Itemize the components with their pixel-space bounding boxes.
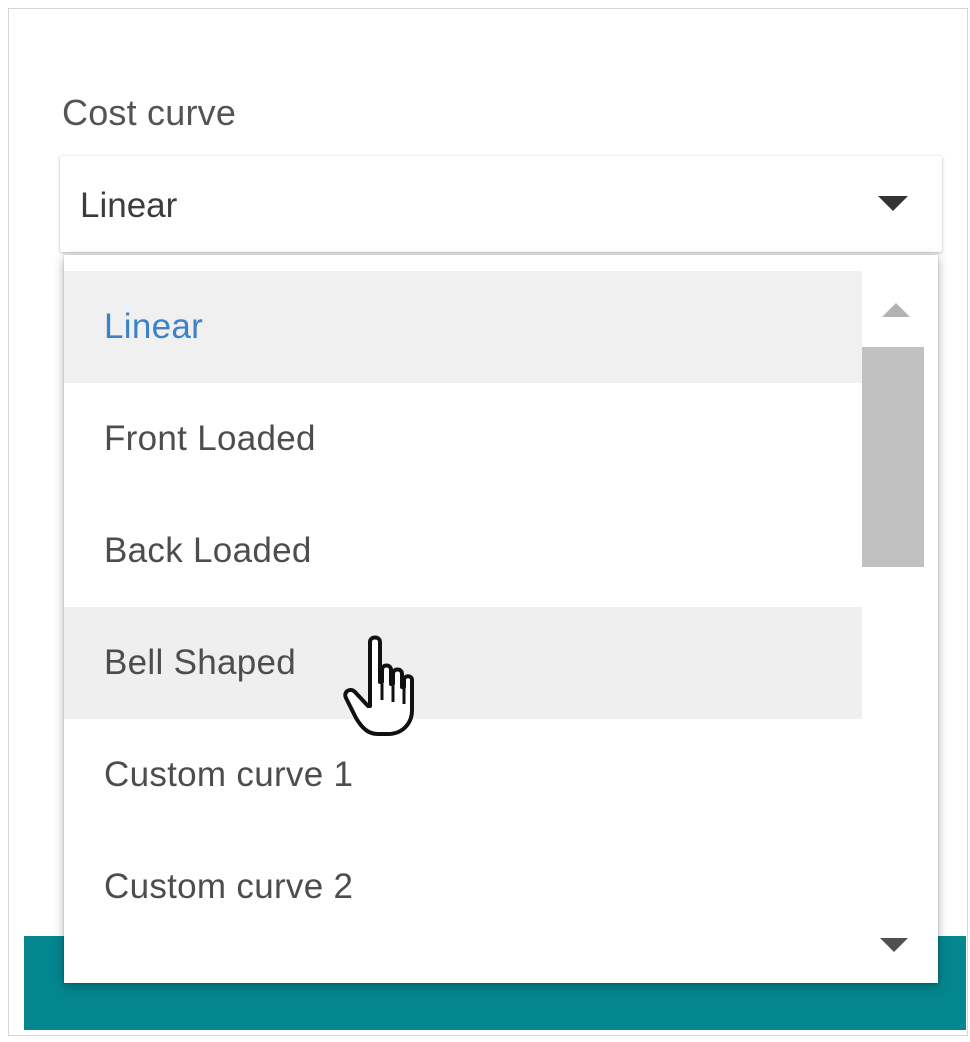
cost-curve-label: Cost curve (62, 92, 237, 133)
option-front-loaded[interactable]: Front Loaded (64, 383, 862, 495)
option-custom-curve-2[interactable]: Custom curve 2 (64, 831, 862, 943)
option-custom-curve-1[interactable]: Custom curve 1 (64, 719, 862, 831)
cost-curve-select[interactable]: Linear (60, 156, 942, 252)
scroll-thumb[interactable] (862, 347, 924, 567)
option-list: Linear Front Loaded Back Loaded Bell Sha… (64, 271, 862, 943)
option-back-loaded[interactable]: Back Loaded (64, 495, 862, 607)
cost-curve-dropdown-list[interactable]: Linear Front Loaded Back Loaded Bell Sha… (64, 255, 938, 983)
caret-down-icon[interactable] (878, 196, 908, 211)
scrollbar[interactable] (862, 271, 930, 971)
option-bell-shaped[interactable]: Bell Shaped (64, 607, 862, 719)
scroll-up-arrow-icon[interactable] (882, 303, 910, 317)
scroll-down-arrow-icon[interactable] (880, 938, 908, 952)
select-current-value: Linear (80, 186, 178, 225)
option-linear[interactable]: Linear (64, 271, 862, 383)
